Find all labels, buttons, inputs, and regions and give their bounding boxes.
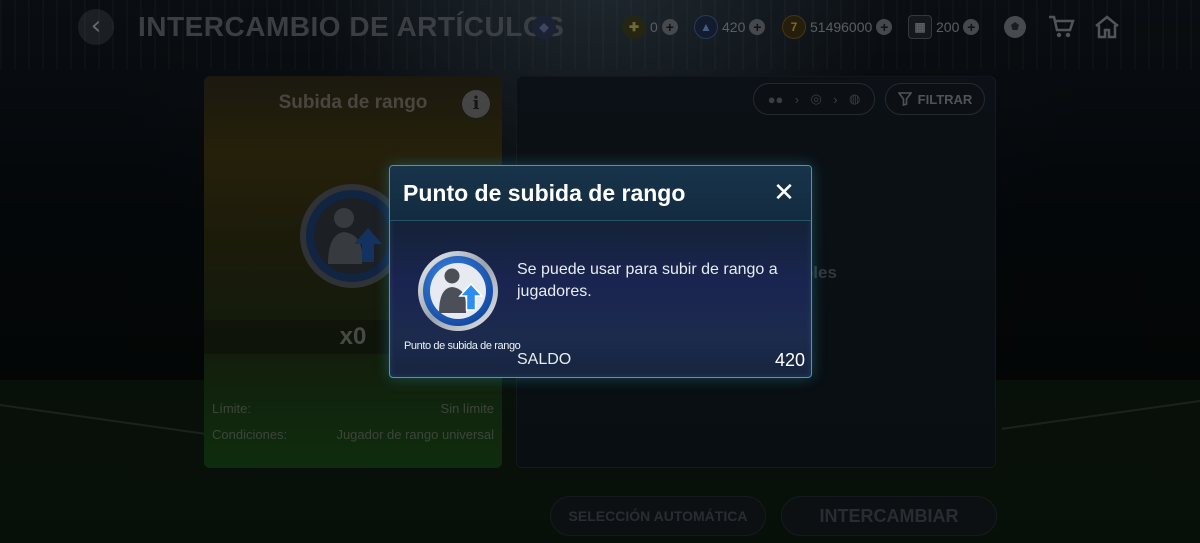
item-description: Se puede usar para subir de rango a juga… xyxy=(517,261,778,300)
balance-label: SALDO xyxy=(517,351,572,368)
close-icon: ✕ xyxy=(773,178,795,208)
rank-up-point-icon xyxy=(417,250,499,332)
balance-value: 420 xyxy=(774,350,805,370)
modal-header: Punto de subida de rango ✕ xyxy=(390,166,811,221)
modal-title: Punto de subida de rango xyxy=(403,180,686,206)
close-button[interactable]: ✕ xyxy=(769,178,799,208)
item-caption: Punto de subida de rango xyxy=(404,340,521,352)
item-info-modal: Punto de subida de rango ✕ Punto de subi… xyxy=(389,165,812,378)
